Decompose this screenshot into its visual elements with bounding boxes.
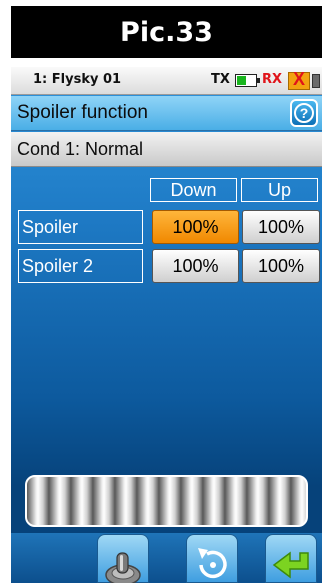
spoiler-2-down-value-button[interactable]: 100% bbox=[152, 249, 239, 283]
device-screen: 1: Flysky 01 TX RX X Spoiler function ? … bbox=[11, 67, 322, 583]
switch-assign-button[interactable] bbox=[97, 534, 149, 583]
reset-button[interactable] bbox=[186, 534, 238, 583]
tx-battery-fill bbox=[237, 76, 246, 85]
reset-rotate-icon bbox=[198, 548, 227, 579]
value-scroll-wheel[interactable] bbox=[25, 475, 308, 527]
help-button[interactable]: ? bbox=[290, 99, 318, 127]
page-title: Spoiler function bbox=[17, 102, 148, 123]
tx-label: TX bbox=[211, 72, 230, 87]
row-label-spoiler-2: Spoiler 2 bbox=[18, 249, 143, 283]
tx-battery-icon bbox=[235, 74, 260, 87]
model-name: 1: Flysky 01 bbox=[33, 72, 122, 87]
column-header-down: Down bbox=[150, 178, 237, 202]
back-arrow-icon bbox=[272, 551, 309, 579]
condition-bar[interactable]: Cond 1: Normal bbox=[11, 132, 322, 167]
figure-caption: Pic.33 bbox=[11, 6, 322, 58]
tx-battery-terminal bbox=[257, 78, 260, 83]
question-mark-icon: ? bbox=[294, 103, 314, 123]
column-header-up: Up bbox=[241, 178, 318, 202]
rx-signal-icon: X bbox=[288, 69, 310, 90]
bottom-bar bbox=[11, 533, 322, 583]
spoiler-up-value-button[interactable]: 100% bbox=[242, 210, 320, 244]
spoiler-2-up-value-button[interactable]: 100% bbox=[242, 249, 320, 283]
row-label-spoiler: Spoiler bbox=[18, 210, 143, 244]
back-button[interactable] bbox=[265, 534, 317, 583]
title-bar: Spoiler function ? bbox=[11, 96, 322, 131]
toggle-switch-icon bbox=[105, 552, 141, 583]
rx-label: RX bbox=[262, 72, 283, 87]
spoiler-down-value-button[interactable]: 100% bbox=[152, 210, 239, 244]
status-bar: 1: Flysky 01 TX RX X bbox=[11, 67, 322, 95]
condition-label: Cond 1: Normal bbox=[17, 139, 144, 159]
rx-no-signal-mark: X bbox=[292, 69, 305, 89]
rx-battery-icon bbox=[312, 74, 320, 88]
